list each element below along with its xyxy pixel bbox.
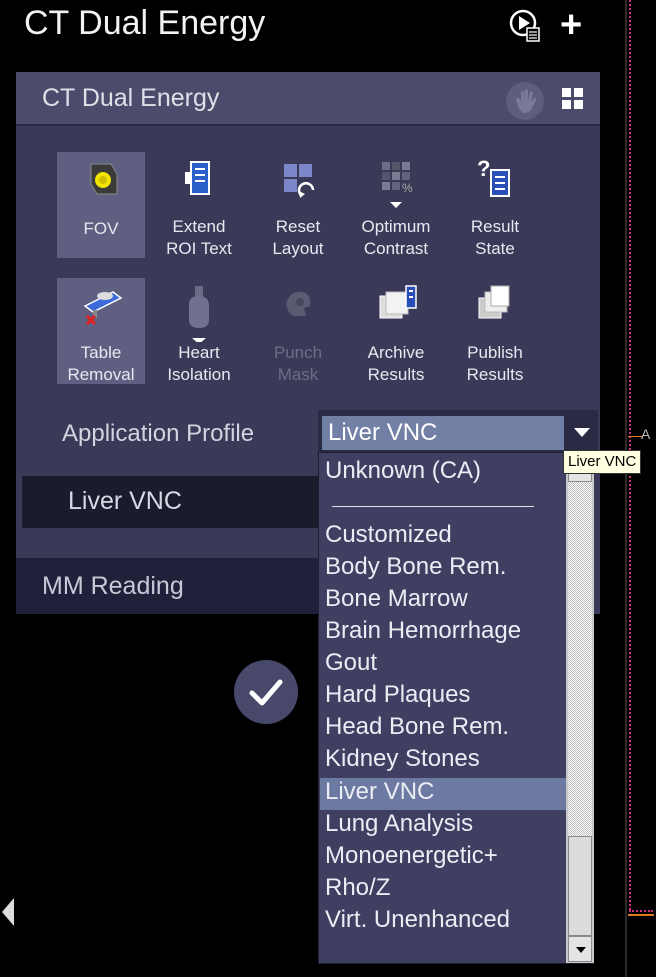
svg-text:?: ? bbox=[477, 158, 490, 181]
fov-button[interactable]: FOV bbox=[57, 152, 145, 258]
dropdown-item[interactable]: Hard Plaques bbox=[325, 679, 470, 711]
viewport-divider bbox=[625, 0, 627, 977]
archive-results-button[interactable]: Archive Results bbox=[352, 278, 440, 384]
tool-label: Extend ROI Text bbox=[166, 217, 232, 258]
tooltip: Liver VNC bbox=[563, 450, 642, 474]
chevron-down-icon[interactable] bbox=[574, 428, 590, 437]
result-state-button[interactable]: ? Result State bbox=[451, 152, 539, 258]
orientation-label: A bbox=[641, 426, 651, 442]
tool-label: Publish Results bbox=[466, 343, 524, 384]
punch-mask-icon bbox=[280, 284, 316, 326]
scrollbar-thumb[interactable] bbox=[568, 836, 592, 936]
selected-profile-label: Liver VNC bbox=[68, 487, 182, 515]
tool-label: Reset Layout bbox=[272, 217, 324, 258]
scroll-down-button[interactable] bbox=[568, 936, 592, 962]
heart-isolation-button[interactable]: Heart Isolation bbox=[155, 278, 243, 384]
tool-label: Result State bbox=[470, 217, 520, 258]
dropdown-item[interactable]: Virt. Unenhanced bbox=[325, 904, 510, 936]
optimum-contrast-button[interactable]: % Optimum Contrast bbox=[352, 152, 440, 258]
collapse-left-icon[interactable] bbox=[2, 898, 14, 926]
tool-label: Heart Isolation bbox=[167, 343, 231, 384]
result-state-icon: ? bbox=[477, 156, 513, 200]
dropdown-item[interactable]: Rho/Z bbox=[325, 872, 390, 904]
tool-label: FOV bbox=[83, 219, 119, 238]
viewport-marker-bottom bbox=[629, 910, 653, 912]
tool-label: Punch Mask bbox=[273, 343, 323, 384]
dropdown-item[interactable]: Kidney Stones bbox=[325, 743, 480, 775]
dropdown-item[interactable]: Body Bone Rem. bbox=[325, 551, 506, 583]
dropdown-item[interactable]: Customized bbox=[325, 519, 452, 551]
plus-icon[interactable]: + bbox=[560, 6, 582, 44]
dropdown-item[interactable]: Monoenergetic+ bbox=[325, 840, 498, 872]
tool-label: Optimum Contrast bbox=[361, 217, 431, 258]
reset-layout-icon bbox=[280, 158, 316, 200]
fov-icon bbox=[83, 158, 119, 200]
panel-title: CT Dual Energy bbox=[42, 84, 220, 112]
tool-label: Archive Results bbox=[367, 343, 425, 384]
table-removal-button[interactable]: Table Removal bbox=[57, 278, 145, 384]
dropdown-item[interactable]: Head Bone Rem. bbox=[325, 711, 509, 743]
publish-results-button[interactable]: Publish Results bbox=[451, 278, 539, 384]
table-removal-icon bbox=[83, 284, 123, 326]
play-document-icon[interactable] bbox=[508, 8, 542, 42]
punch-mask-button[interactable]: Punch Mask bbox=[254, 278, 342, 384]
application-profile-value[interactable]: Liver VNC bbox=[322, 416, 564, 450]
checkmark-icon bbox=[249, 679, 283, 706]
tool-label: Table Removal bbox=[67, 343, 135, 384]
dropdown-item-selected[interactable]: Liver VNC bbox=[325, 776, 434, 808]
grid-icon[interactable] bbox=[562, 88, 584, 110]
svg-text:%: % bbox=[402, 181, 413, 195]
reset-layout-button[interactable]: Reset Layout bbox=[254, 152, 342, 258]
confirm-button[interactable] bbox=[234, 660, 298, 724]
chevron-down-icon bbox=[576, 947, 586, 953]
dropdown-item[interactable]: Unknown (CA) bbox=[325, 455, 481, 487]
optimum-contrast-icon: % bbox=[378, 158, 414, 208]
orange-marker-small bbox=[628, 436, 642, 437]
extend-roi-text-icon bbox=[181, 158, 217, 200]
dropdown-item[interactable]: Lung Analysis bbox=[325, 808, 473, 840]
mm-reading-label: MM Reading bbox=[42, 572, 184, 600]
app-title: CT Dual Energy bbox=[24, 4, 266, 42]
dropdown-item[interactable]: Brain Hemorrhage bbox=[325, 615, 521, 647]
dropdown-item[interactable]: Gout bbox=[325, 647, 377, 679]
application-profile-label: Application Profile bbox=[62, 420, 255, 447]
publish-results-icon bbox=[477, 284, 513, 326]
archive-results-icon bbox=[378, 284, 417, 326]
dropdown-item[interactable]: Bone Marrow bbox=[325, 583, 468, 615]
extend-roi-text-button[interactable]: Extend ROI Text bbox=[155, 152, 243, 258]
hand-icon[interactable] bbox=[506, 82, 544, 120]
dropdown-separator bbox=[332, 506, 534, 507]
orange-marker bbox=[628, 914, 654, 916]
heart-isolation-icon bbox=[181, 284, 217, 344]
